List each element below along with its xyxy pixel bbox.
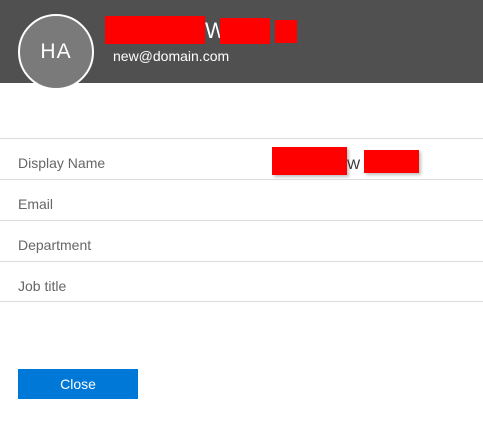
field-row-email: Email — [0, 179, 483, 220]
field-row-department: Department — [0, 220, 483, 261]
display-name-redaction-block — [272, 147, 347, 175]
display-name-value: W — [272, 147, 422, 175]
field-row-display-name: Display Name W — [0, 138, 483, 179]
display-name-redaction-block-2 — [364, 150, 419, 173]
profile-header: HA W new@domain.com — [0, 0, 483, 90]
field-label-display-name: Display Name — [18, 155, 106, 171]
field-row-job-title: Job title — [0, 261, 483, 302]
profile-email: new@domain.com — [113, 48, 230, 64]
display-name-visible-fragment: W — [347, 156, 361, 172]
name-redaction-block-3 — [275, 20, 297, 43]
profile-name: W — [105, 16, 305, 46]
avatar-initials: HA — [40, 40, 72, 63]
close-button[interactable]: Close — [18, 369, 138, 399]
name-redaction-block — [105, 16, 205, 44]
field-label-email: Email — [18, 196, 54, 212]
field-label-department: Department — [18, 237, 92, 253]
profile-fields: Display Name W Email Department Job titl… — [0, 138, 483, 302]
name-redaction-block-2 — [220, 18, 270, 44]
avatar: HA — [18, 14, 94, 90]
field-label-job-title: Job title — [18, 278, 67, 294]
